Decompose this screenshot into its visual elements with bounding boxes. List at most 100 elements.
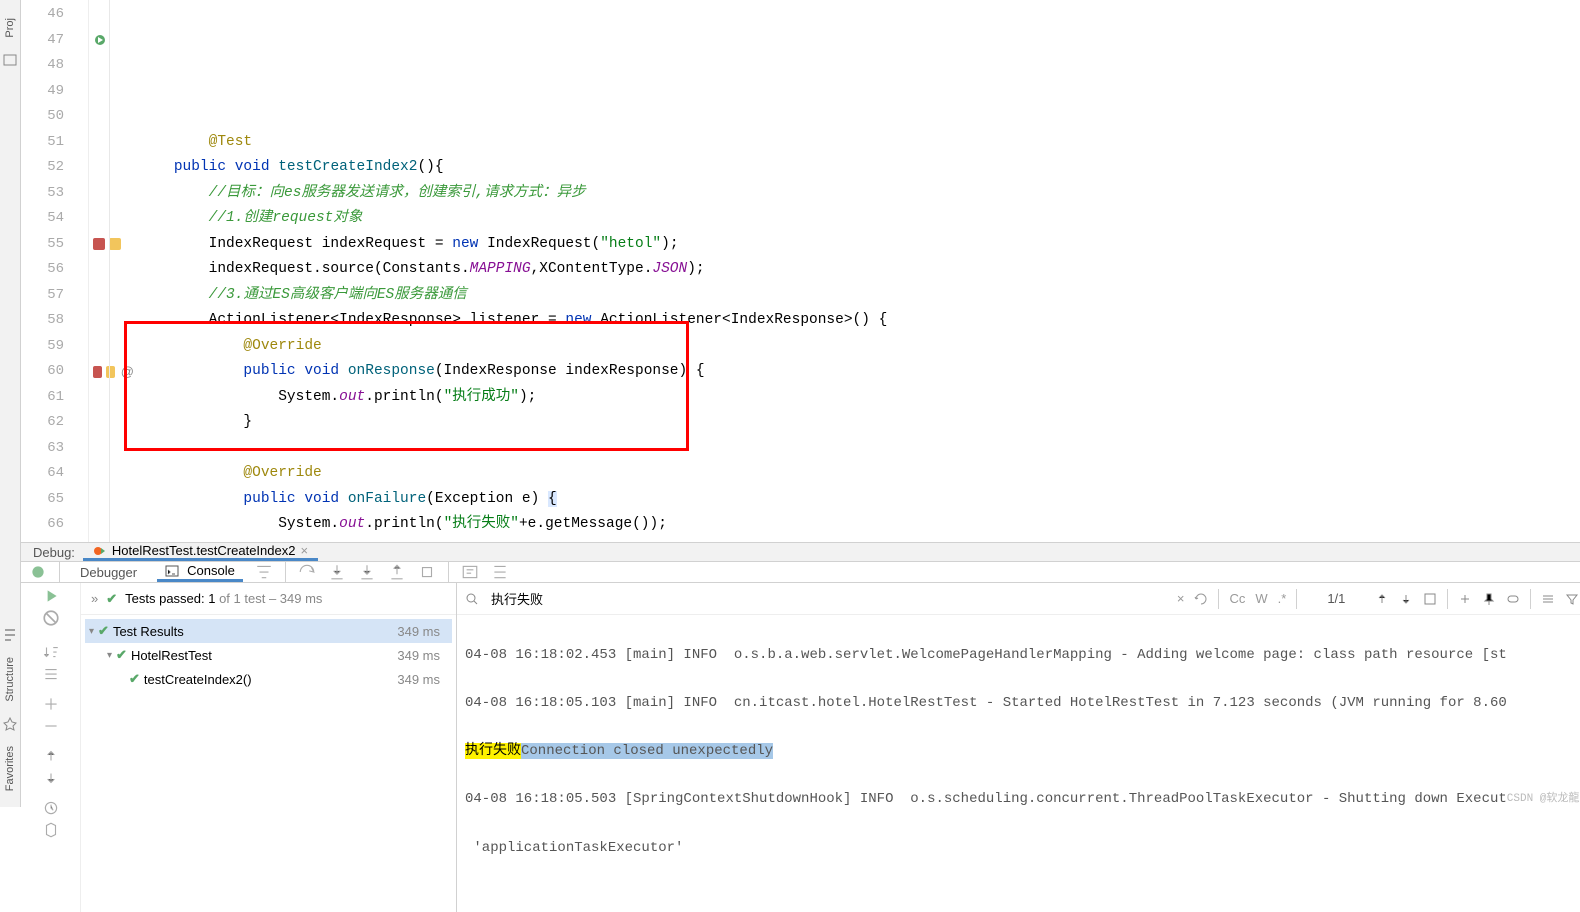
line-number[interactable]: 56	[21, 257, 64, 283]
filter2-icon[interactable]	[1565, 592, 1579, 606]
code-line[interactable]: //目标：向es服务器发送请求，创建索引,请求方式：异步	[139, 181, 1580, 207]
left-tool-sidebar: Proj Structure Favorites	[0, 0, 21, 807]
code-content[interactable]: @Test public void testCreateIndex2(){ //…	[89, 0, 1580, 542]
next-match-icon[interactable]	[1399, 592, 1413, 606]
line-number[interactable]: 66	[21, 512, 64, 538]
debug-toolbar: Debugger Console	[21, 562, 1580, 583]
filter-icon[interactable]	[255, 563, 273, 581]
console-output[interactable]: 04-08 16:18:02.453 [main] INFO o.s.b.a.w…	[457, 615, 1580, 912]
add-selection-icon[interactable]	[1458, 592, 1472, 606]
collapse-icon[interactable]	[42, 717, 60, 735]
toggle-icon[interactable]	[1506, 592, 1520, 606]
step-out-icon[interactable]	[388, 563, 406, 581]
line-number[interactable]: 61	[21, 385, 64, 411]
code-line[interactable]: @Test	[139, 130, 1580, 156]
line-number[interactable]: 63	[21, 436, 64, 462]
line-number[interactable]: 46	[21, 2, 64, 28]
select-all-icon[interactable]	[1423, 592, 1437, 606]
code-line[interactable]: ActionListener<IndexResponse> listener =…	[139, 308, 1580, 334]
line-number[interactable]: 59	[21, 334, 64, 360]
line-number[interactable]: 53	[21, 181, 64, 207]
test-tree[interactable]: ▾ ✔ Test Results 349 ms ▾ ✔ HotelRestTes…	[81, 615, 456, 912]
drop-frame-icon[interactable]	[418, 563, 436, 581]
code-line[interactable]: IndexRequest indexRequest = new IndexReq…	[139, 232, 1580, 258]
code-line[interactable]: //3.通过ES高级客户端向ES服务器通信	[139, 283, 1580, 309]
line-number[interactable]: 49	[21, 79, 64, 105]
chevron-down-icon[interactable]: ▾	[89, 626, 94, 637]
code-line[interactable]: @Override	[139, 461, 1580, 487]
line-number[interactable]: 60	[21, 359, 64, 385]
trace-icon[interactable]	[491, 563, 509, 581]
word-toggle[interactable]: W	[1255, 591, 1267, 606]
step-over-icon[interactable]	[298, 563, 316, 581]
debugger-tab[interactable]: Debugger	[72, 565, 145, 580]
clear-icon[interactable]: ×	[1177, 591, 1185, 606]
line-number[interactable]: 65	[21, 487, 64, 513]
debug-config-tab[interactable]: HotelRestTest.testCreateIndex2 ×	[83, 543, 318, 561]
debug-bug-icon[interactable]	[29, 563, 47, 581]
watch-icon[interactable]	[42, 799, 60, 817]
tree-class-node[interactable]: ▾ ✔ HotelRestTest 349 ms	[85, 643, 452, 667]
line-numbers-gutter[interactable]: 4647484950515253545556575859606162636465…	[21, 0, 89, 542]
case-toggle[interactable]: Cc	[1229, 591, 1245, 606]
line-number[interactable]: 64	[21, 461, 64, 487]
line-number[interactable]: 62	[21, 410, 64, 436]
evaluate-icon[interactable]	[461, 563, 479, 581]
regex-toggle[interactable]: .*	[1278, 591, 1287, 606]
project-tab[interactable]: Proj	[0, 10, 20, 46]
sort-down-icon[interactable]	[42, 643, 60, 661]
console-line: 'applicationTaskExecutor'	[465, 836, 1579, 860]
code-line[interactable]: //1.创建request对象	[139, 206, 1580, 232]
up-icon[interactable]	[42, 747, 60, 765]
code-line[interactable]: public void onFailure(Exception e) {	[139, 487, 1580, 513]
line-number[interactable]: 51	[21, 130, 64, 156]
chevron-down-icon[interactable]: ▾	[107, 650, 112, 661]
favorites-tab[interactable]: Favorites	[0, 738, 20, 799]
console-tab-active[interactable]: Console	[157, 562, 243, 582]
step-into-icon[interactable]	[328, 563, 346, 581]
pin-icon[interactable]	[1482, 592, 1496, 606]
line-number[interactable]: 58	[21, 308, 64, 334]
code-line[interactable]: @Override	[139, 334, 1580, 360]
stop-icon[interactable]	[42, 609, 60, 627]
search-input[interactable]	[487, 587, 1169, 610]
settings-icon[interactable]	[1541, 592, 1555, 606]
console-icon	[165, 564, 179, 578]
code-line[interactable]	[139, 436, 1580, 462]
console-line-highlight: 执行失败Connection closed unexpectedly	[465, 739, 1579, 763]
code-line[interactable]: indexRequest.source(Constants.MAPPING,XC…	[139, 257, 1580, 283]
console-line: 04-08 16:18:05.503 [SpringContextShutdow…	[465, 787, 1579, 812]
force-step-into-icon[interactable]	[358, 563, 376, 581]
code-line[interactable]: public void onResponse(IndexResponse ind…	[139, 359, 1580, 385]
rerun-icon[interactable]	[42, 587, 60, 605]
close-tab-icon[interactable]: ×	[300, 543, 308, 558]
tree-test-node[interactable]: ✔ testCreateIndex2() 349 ms	[85, 667, 452, 691]
code-editor[interactable]: 4647484950515253545556575859606162636465…	[21, 0, 1580, 542]
line-number[interactable]: 55	[21, 232, 64, 258]
line-number[interactable]: 54	[21, 206, 64, 232]
test-results-panel: » ✔ Tests passed: 1 of 1 test – 349 ms ▾…	[81, 583, 456, 912]
code-line[interactable]: }	[139, 410, 1580, 436]
code-line[interactable]: }	[139, 538, 1580, 543]
line-number[interactable]: 50	[21, 104, 64, 130]
export-icon[interactable]	[42, 821, 60, 839]
code-line[interactable]: public void testCreateIndex2(){	[139, 155, 1580, 181]
tree-root[interactable]: ▾ ✔ Test Results 349 ms	[85, 619, 452, 643]
console-line: 04-08 16:18:02.453 [main] INFO o.s.b.a.w…	[465, 643, 1579, 667]
collapse-arrow-icon[interactable]: »	[91, 591, 98, 606]
line-number[interactable]: 57	[21, 283, 64, 309]
structure-icon[interactable]	[2, 627, 18, 643]
favorites-icon[interactable]	[2, 716, 18, 732]
line-number[interactable]: 47	[21, 28, 64, 54]
structure-tab[interactable]: Structure	[0, 649, 20, 710]
code-line[interactable]: System.out.println("执行失败"+e.getMessage()…	[139, 512, 1580, 538]
expand-icon[interactable]	[42, 695, 60, 713]
down-icon[interactable]	[42, 769, 60, 787]
line-number[interactable]: 52	[21, 155, 64, 181]
prev-match-icon[interactable]	[1375, 592, 1389, 606]
sort-config-icon[interactable]	[42, 665, 60, 683]
code-line[interactable]: System.out.println("执行成功");	[139, 385, 1580, 411]
status-text: Tests passed: 1 of 1 test – 349 ms	[125, 591, 322, 606]
line-number[interactable]: 48	[21, 53, 64, 79]
history-icon[interactable]	[1194, 592, 1208, 606]
